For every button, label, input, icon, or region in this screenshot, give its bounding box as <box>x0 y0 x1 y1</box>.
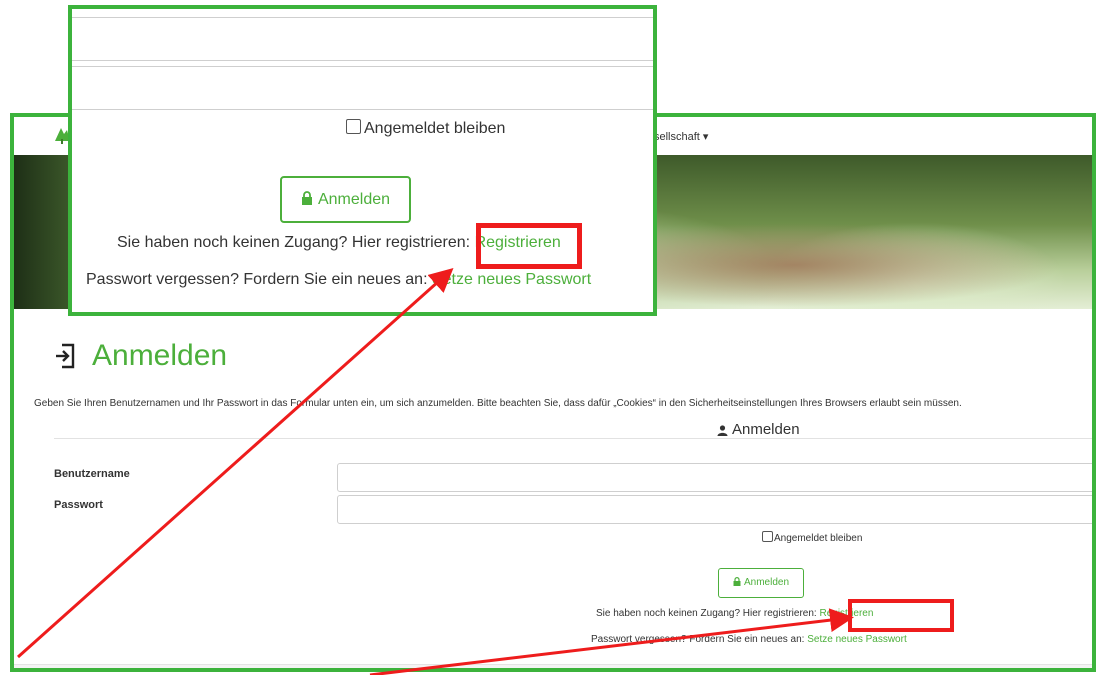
zoom-input-edge <box>72 17 653 18</box>
zoom-input-edge <box>72 109 653 110</box>
remember-me-row[interactable]: Angemeldet bleiben <box>762 531 862 544</box>
divider <box>54 438 1092 439</box>
username-input[interactable] <box>337 463 1092 492</box>
intro-text: Geben Sie Ihren Benutzernamen und Ihr Pa… <box>34 398 962 409</box>
reset-password-link[interactable]: Setze neues Passwort <box>807 634 907 645</box>
zoom-remember-me-label: Angemeldet bleiben <box>364 120 506 137</box>
zoom-login-button[interactable]: Anmelden <box>280 176 411 223</box>
lock-icon <box>301 191 312 205</box>
register-prompt: Sie haben noch keinen Zugang? Hier regis… <box>596 608 817 619</box>
user-icon <box>717 424 728 436</box>
form-heading-label: Anmelden <box>732 421 800 438</box>
zoom-forgot-password-prompt: Passwort vergessen? Fordern Sie ein neue… <box>86 271 428 288</box>
sign-in-icon <box>56 343 75 369</box>
zoom-input-edge <box>72 60 653 61</box>
login-button[interactable]: Anmelden <box>718 568 804 598</box>
banner-shadow <box>14 155 74 309</box>
zoom-register-highlight-box <box>476 223 582 269</box>
zoom-reset-password-link[interactable]: Setze neues Passwort <box>432 271 591 288</box>
register-highlight-box <box>848 599 954 632</box>
zoom-remember-me-row[interactable]: Angemeldet bleiben <box>346 119 505 138</box>
form-heading: Anmelden <box>717 421 800 438</box>
zoom-remember-me-checkbox[interactable] <box>346 119 361 134</box>
zoom-login-button-label: Anmelden <box>317 191 391 208</box>
zoom-callout: Angemeldet bleiben Anmelden Sie haben no… <box>68 5 657 316</box>
page-bottom-strip <box>14 664 1092 668</box>
username-label: Benutzername <box>54 468 130 480</box>
zoom-input-edge <box>72 66 653 67</box>
remember-me-label: Angemeldet bleiben <box>774 533 863 544</box>
lock-icon <box>733 577 741 586</box>
remember-me-checkbox[interactable] <box>762 531 773 542</box>
password-input[interactable] <box>337 495 1092 524</box>
login-button-label: Anmelden <box>743 577 790 588</box>
zoom-register-prompt: Sie haben noch keinen Zugang? Hier regis… <box>117 234 471 251</box>
forgot-password-row: Passwort vergessen? Fordern Sie ein neue… <box>591 634 907 645</box>
password-label: Passwort <box>54 499 103 511</box>
page-title: Anmelden <box>92 339 228 372</box>
register-row: Sie haben noch keinen Zugang? Hier regis… <box>596 608 873 619</box>
zoom-forgot-password-row: Passwort vergessen? Fordern Sie ein neue… <box>86 271 591 289</box>
forgot-password-prompt: Passwort vergessen? Fordern Sie ein neue… <box>591 634 805 645</box>
nav-item-gesellschaft[interactable]: sellschaft ▾ <box>654 130 708 143</box>
